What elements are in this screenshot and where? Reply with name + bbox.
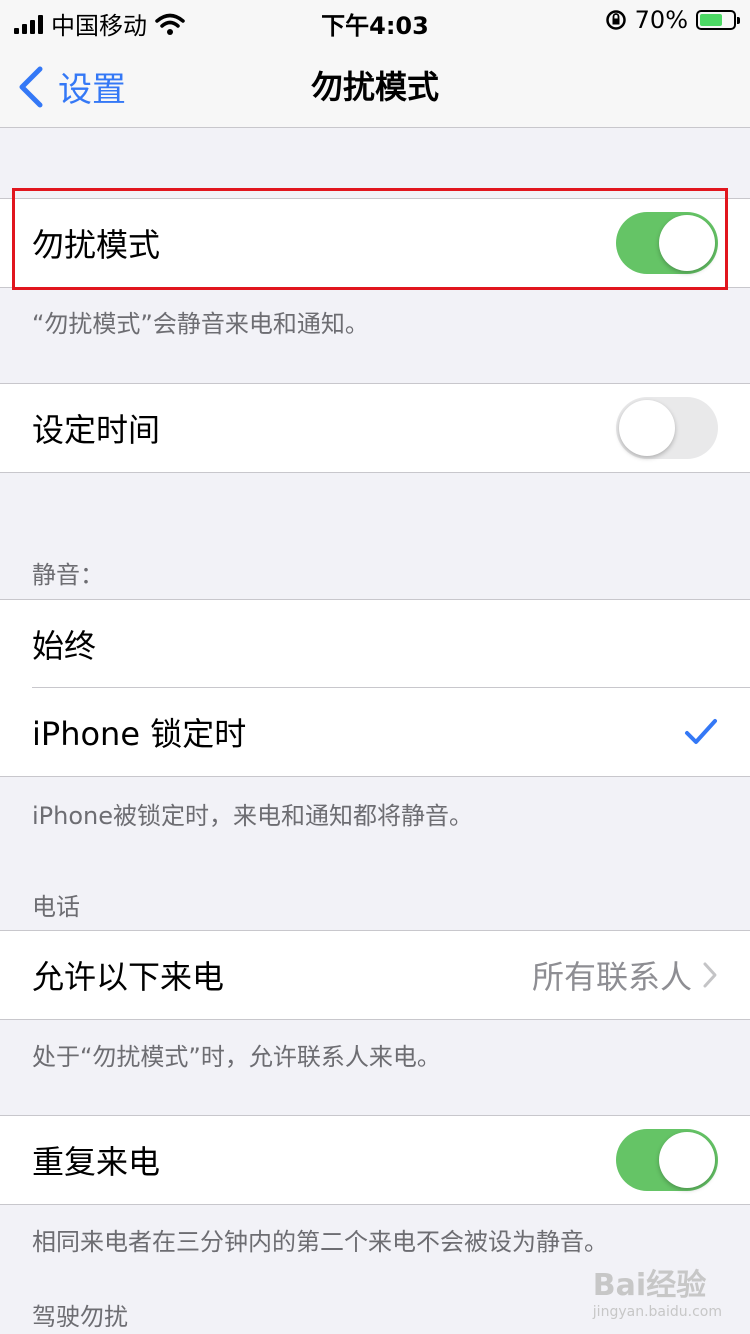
nav-bar: 设置 勿扰模式 (0, 40, 750, 128)
battery-percent: 70% (634, 6, 688, 34)
silence-footer: iPhone被锁定时，来电和通知都将静音。 (32, 802, 474, 830)
phone-header: 电话 (32, 893, 80, 921)
phone-group: 允许以下来电 所有联系人 (0, 930, 750, 1020)
status-bar: 中国移动 下午4:03 70% (0, 0, 750, 40)
dnd-toggle[interactable] (616, 212, 718, 274)
dnd-label: 勿扰模式 (32, 226, 161, 264)
scheduled-group: 设定时间 (0, 383, 750, 473)
chevron-right-icon (703, 962, 717, 988)
battery-icon (696, 10, 740, 30)
silence-option-always[interactable]: 始终 (0, 600, 750, 688)
silence-group: 始终 iPhone 锁定时 (0, 599, 750, 777)
orientation-lock-icon (605, 10, 626, 30)
scheduled-toggle[interactable] (616, 397, 718, 459)
watermark-text: Bai经验 (592, 1268, 707, 1303)
toggle-knob (659, 1132, 715, 1188)
dnd-row: 勿扰模式 (0, 199, 750, 287)
silence-option-locked[interactable]: iPhone 锁定时 (0, 688, 750, 776)
repeated-row: 重复来电 (0, 1116, 750, 1204)
status-right: 70% (605, 6, 740, 34)
toggle-knob (619, 400, 675, 456)
scheduled-row: 设定时间 (0, 384, 750, 472)
watermark-logo: Bai经验 jingyan.baidu.com (593, 1260, 722, 1320)
silence-option-label: iPhone 锁定时 (32, 715, 247, 753)
toggle-knob (659, 215, 715, 271)
phone-footer: 处于“勿扰模式”时，允许联系人来电。 (32, 1043, 441, 1071)
watermark-sub: jingyan.baidu.com (592, 1304, 722, 1320)
repeated-group: 重复来电 (0, 1115, 750, 1205)
silence-header: 静音： (32, 561, 104, 589)
allow-calls-value: 所有联系人 (531, 958, 692, 996)
allow-calls-row[interactable]: 允许以下来电 所有联系人 (0, 931, 750, 1019)
driving-header: 驾驶勿扰 (32, 1303, 128, 1331)
repeated-footer: 相同来电者在三分钟内的第二个来电不会被设为静音。 (32, 1228, 608, 1256)
silence-option-label: 始终 (32, 627, 97, 665)
battery-fill (700, 14, 723, 26)
dnd-group: 勿扰模式 (0, 198, 750, 288)
repeated-label: 重复来电 (32, 1143, 161, 1181)
checkmark-icon (685, 719, 717, 744)
allow-calls-label: 允许以下来电 (32, 958, 225, 996)
dnd-footer: “勿扰模式”会静音来电和通知。 (32, 310, 369, 338)
repeated-toggle[interactable] (616, 1129, 718, 1191)
scheduled-label: 设定时间 (32, 411, 161, 449)
page-title: 勿扰模式 (310, 68, 439, 106)
